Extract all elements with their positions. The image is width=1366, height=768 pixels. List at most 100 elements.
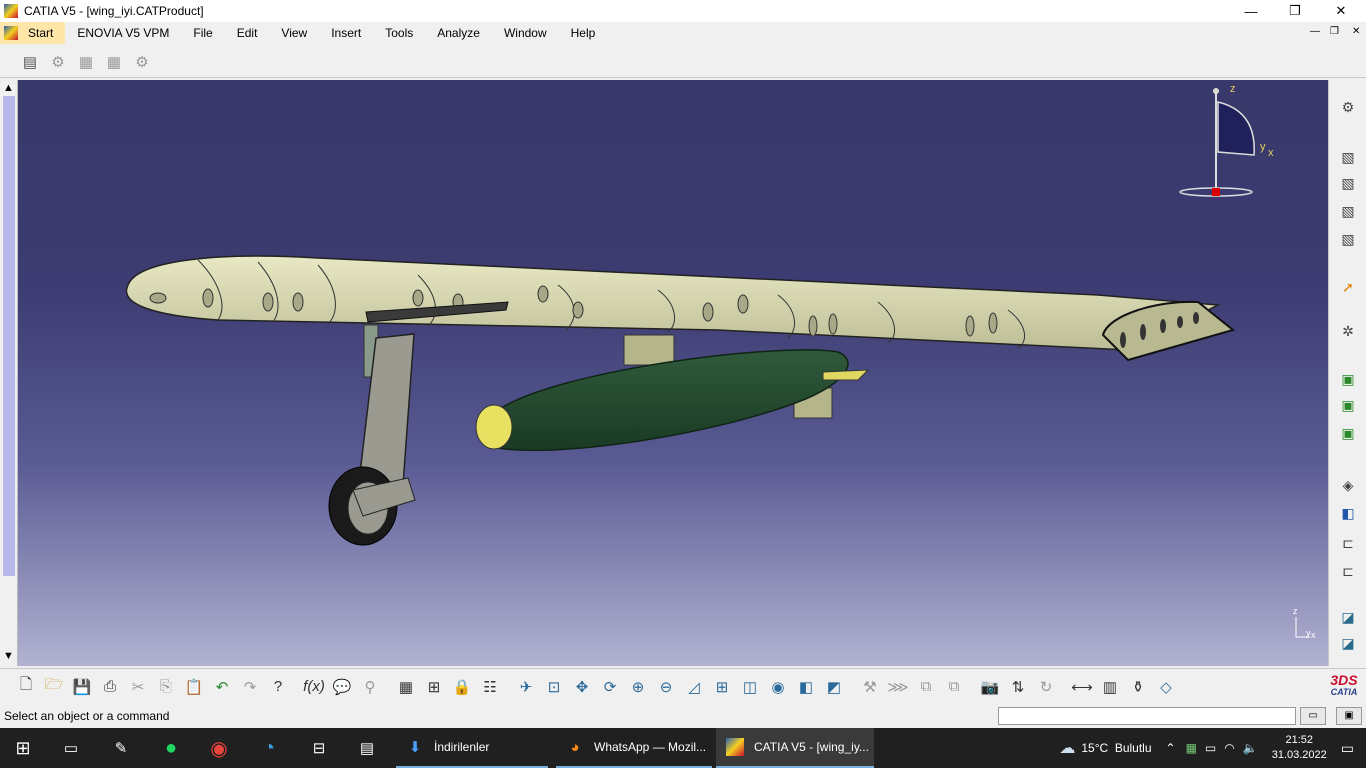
status-button-1[interactable]: ▭ bbox=[1300, 707, 1326, 725]
tree-icon[interactable]: ⊏ bbox=[1337, 532, 1359, 554]
menu-enovia[interactable]: ENOVIA V5 VPM bbox=[65, 22, 181, 44]
doc-minimize-icon[interactable]: — bbox=[1310, 26, 1320, 37]
publish-icon[interactable]: ⇅ bbox=[1006, 675, 1030, 699]
scroll-thumb[interactable] bbox=[3, 96, 15, 576]
component-icon[interactable]: ⚙ bbox=[46, 50, 70, 74]
bottle-icon[interactable]: ⚱ bbox=[1126, 675, 1150, 699]
rotate-icon[interactable]: ⟳ bbox=[598, 675, 622, 699]
product-structure-icon[interactable]: ▤ bbox=[18, 50, 42, 74]
link-icon[interactable]: ⚲ bbox=[358, 675, 382, 699]
menu-start[interactable]: Start bbox=[0, 22, 66, 44]
taskbar-app-2[interactable]: ⊟ bbox=[308, 728, 338, 768]
open-folder-icon[interactable]: 🗁 bbox=[42, 675, 66, 699]
scroll-up-arrow-icon[interactable]: ▲ bbox=[3, 82, 14, 94]
measure-icon[interactable]: ⟷ bbox=[1070, 675, 1094, 699]
maximize-button[interactable]: ❐ bbox=[1272, 0, 1318, 22]
vertical-scrollbar[interactable]: ▲ ▼ bbox=[0, 80, 18, 666]
zoom-out-icon[interactable]: ⊖ bbox=[654, 675, 678, 699]
undo-icon[interactable]: ↶ bbox=[210, 675, 234, 699]
update-icon[interactable]: ⚒ bbox=[858, 675, 882, 699]
section-icon[interactable]: ◧ bbox=[1337, 502, 1359, 524]
close-button[interactable]: ✕ bbox=[1318, 0, 1364, 22]
cut-icon[interactable]: ✂ bbox=[126, 675, 150, 699]
whats-this-icon[interactable]: ? bbox=[266, 675, 290, 699]
menu-window[interactable]: Window bbox=[492, 22, 559, 44]
new-document-icon[interactable]: 🗋 bbox=[14, 675, 38, 699]
chevron-up-icon[interactable]: ⌃ bbox=[1166, 741, 1176, 755]
taskbar-app-1[interactable]: ✎ bbox=[110, 728, 140, 768]
status-button-2[interactable]: ▣ bbox=[1336, 707, 1362, 725]
volume-icon[interactable]: 🔈 bbox=[1243, 741, 1258, 755]
iso-view-icon[interactable]: ◫ bbox=[738, 675, 762, 699]
taskbar-firefox[interactable]: ◕ WhatsApp — Mozil... bbox=[556, 728, 712, 768]
product-icon[interactable]: ▦ bbox=[74, 50, 98, 74]
measure-inertia-icon[interactable]: ▥ bbox=[1098, 675, 1122, 699]
pan-icon[interactable]: ✥ bbox=[570, 675, 594, 699]
start-button[interactable]: ⊞ bbox=[12, 728, 42, 768]
menu-tools[interactable]: Tools bbox=[373, 22, 425, 44]
lock-icon[interactable]: 🔒 bbox=[450, 675, 474, 699]
taskbar-downloads[interactable]: ⬇ İndirilenler bbox=[396, 728, 548, 768]
constraint-icon-4[interactable]: ▧ bbox=[1337, 228, 1359, 250]
normal-view-icon[interactable]: ◿ bbox=[682, 675, 706, 699]
move-icon[interactable]: ▣ bbox=[1337, 368, 1359, 390]
taskbar-catia[interactable]: CATIA V5 - [wing_iy... bbox=[716, 728, 874, 768]
comment-icon[interactable]: 💬 bbox=[330, 675, 354, 699]
snap-icon[interactable]: ▣ bbox=[1337, 394, 1359, 416]
app-tray-icon[interactable]: ▦ bbox=[1186, 741, 1197, 755]
gear-icon[interactable]: ⚙ bbox=[1337, 96, 1359, 118]
replace-icon[interactable]: ⧉ bbox=[914, 675, 938, 699]
battery-icon[interactable]: ▭ bbox=[1205, 741, 1216, 755]
constraint-icon-3[interactable]: ▧ bbox=[1337, 200, 1359, 222]
print-icon[interactable]: ⎙ bbox=[98, 675, 122, 699]
menu-insert[interactable]: Insert bbox=[319, 22, 373, 44]
constraint-icon[interactable]: ▧ bbox=[1337, 146, 1359, 168]
fit-all-icon[interactable]: ⊡ bbox=[542, 675, 566, 699]
reorder-icon[interactable]: ⧉ bbox=[942, 675, 966, 699]
apply-material-icon[interactable]: ◇ bbox=[1154, 675, 1178, 699]
menu-view[interactable]: View bbox=[269, 22, 319, 44]
task-view-button[interactable]: ▭ bbox=[60, 728, 90, 768]
clock[interactable]: 21:52 31.03.2022 bbox=[1272, 733, 1327, 763]
compass-widget[interactable]: z y x bbox=[1179, 83, 1274, 197]
scene-icon[interactable]: ◪ bbox=[1337, 606, 1359, 628]
formula-icon[interactable]: f(x) bbox=[302, 675, 326, 699]
weather-text[interactable]: 15°C Bulutlu bbox=[1081, 741, 1151, 755]
menu-file[interactable]: File bbox=[181, 22, 224, 44]
paste-icon[interactable]: 📋 bbox=[182, 675, 206, 699]
catalog-icon[interactable]: ▦ bbox=[394, 675, 418, 699]
doc-restore-icon[interactable]: ❐ bbox=[1330, 26, 1339, 37]
swap-space-icon[interactable]: ◩ bbox=[822, 675, 846, 699]
3d-viewport[interactable]: z y x z y x bbox=[18, 80, 1328, 666]
save-icon[interactable]: 💾 bbox=[70, 675, 94, 699]
scene-icon-2[interactable]: ◪ bbox=[1337, 632, 1359, 654]
taskbar-edge[interactable]: ◔ bbox=[258, 728, 288, 768]
generate-icon[interactable]: ↻ bbox=[1034, 675, 1058, 699]
multi-view-icon[interactable]: ⊞ bbox=[710, 675, 734, 699]
hierarchy-icon[interactable]: ⊞ bbox=[422, 675, 446, 699]
menu-edit[interactable]: Edit bbox=[225, 22, 270, 44]
taskbar-spotify[interactable]: ● bbox=[160, 728, 190, 768]
clash-icon[interactable]: ◈ bbox=[1337, 474, 1359, 496]
manipulate-icon[interactable]: ✲ bbox=[1337, 320, 1359, 342]
shading-icon[interactable]: ◉ bbox=[766, 675, 790, 699]
hide-show-icon[interactable]: ◧ bbox=[794, 675, 818, 699]
command-input[interactable] bbox=[998, 707, 1296, 725]
tree-icon-2[interactable]: ⊏ bbox=[1337, 560, 1359, 582]
constraint-icon-2[interactable]: ▧ bbox=[1337, 172, 1359, 194]
explode-icon[interactable]: ▣ bbox=[1337, 422, 1359, 444]
existing-component-icon[interactable]: ⚙ bbox=[130, 50, 154, 74]
copy-icon[interactable]: ⎘ bbox=[154, 675, 178, 699]
fly-mode-icon[interactable]: ✈ bbox=[514, 675, 538, 699]
part-icon[interactable]: ▦ bbox=[102, 50, 126, 74]
update-all-icon[interactable]: ⋙ bbox=[886, 675, 910, 699]
select-arrow-icon[interactable]: ➚ bbox=[1337, 276, 1359, 298]
taskbar-app-3[interactable]: ▤ bbox=[356, 728, 386, 768]
doc-close-icon[interactable]: ✕ bbox=[1352, 26, 1360, 37]
redo-icon[interactable]: ↷ bbox=[238, 675, 262, 699]
taskbar-chrome[interactable]: ◉ bbox=[208, 728, 238, 768]
menu-analyze[interactable]: Analyze bbox=[425, 22, 492, 44]
wifi-icon[interactable]: ◠ bbox=[1224, 741, 1234, 755]
bom-icon[interactable]: ☷ bbox=[478, 675, 502, 699]
zoom-in-icon[interactable]: ⊕ bbox=[626, 675, 650, 699]
